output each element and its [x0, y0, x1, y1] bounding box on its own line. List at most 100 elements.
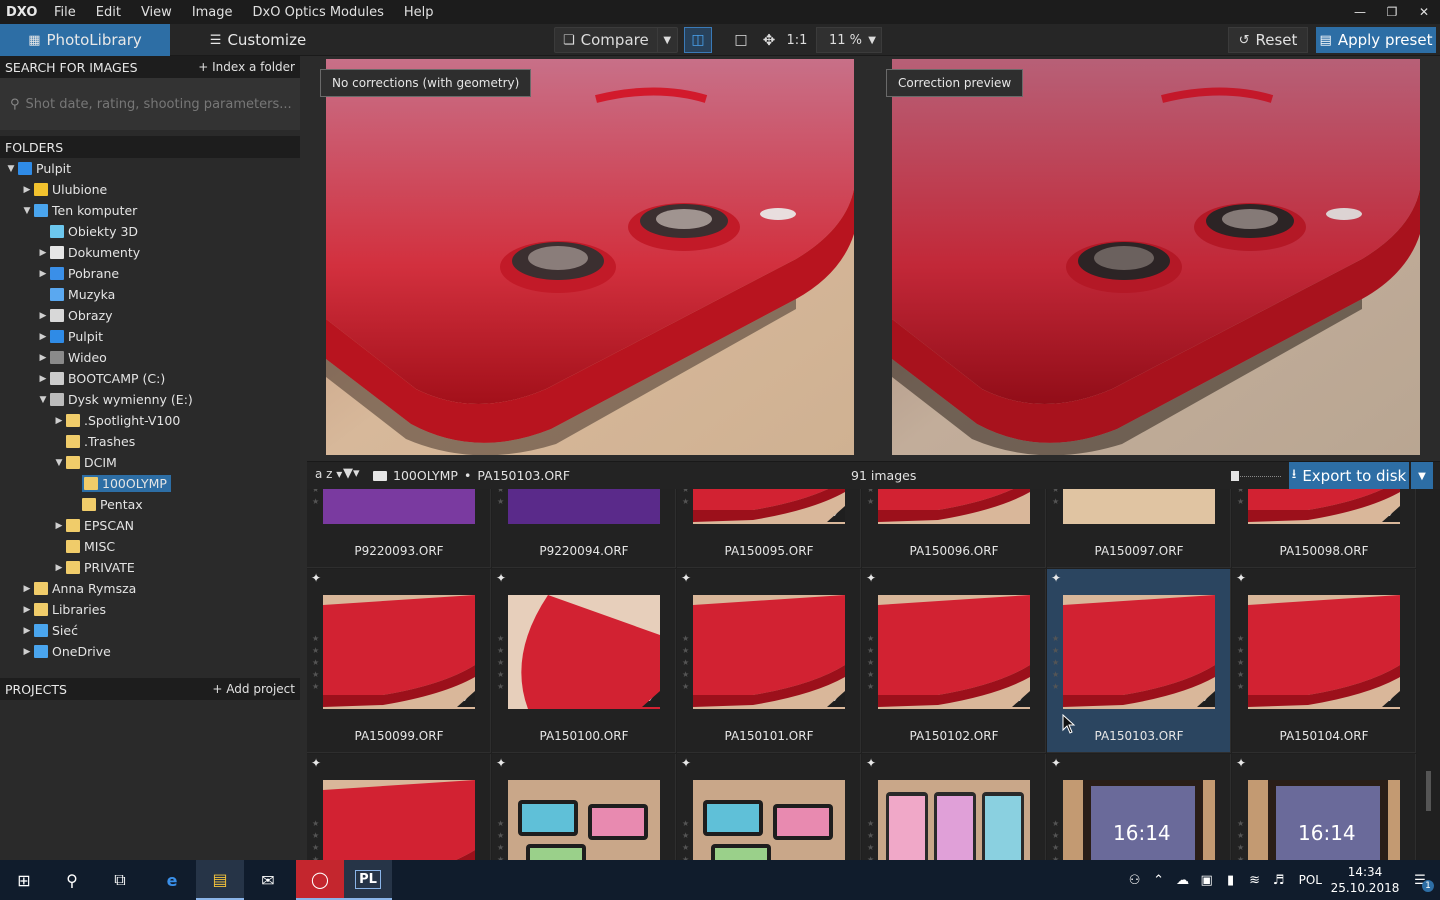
expand-right-icon[interactable]: ▶ [20, 584, 34, 594]
language-indicator[interactable]: POL [1299, 873, 1322, 887]
folder-tree-item[interactable]: Pentax [0, 494, 300, 515]
sort-icon[interactable]: a z ▾ [315, 467, 342, 481]
rating-stars-icon[interactable]: ★★★★★ [1052, 818, 1062, 860]
clock[interactable]: 14:34 25.10.2018 [1330, 864, 1400, 896]
rating-stars-icon[interactable]: ★★★★★ [1237, 633, 1247, 693]
thumbnail-cell[interactable]: ✦ ★★★★★ [492, 754, 676, 860]
expand-right-icon[interactable]: ▶ [52, 416, 66, 426]
thumbnail-cell[interactable]: ✦★★★★★PA150097.ORF [1047, 489, 1231, 568]
minimize-icon[interactable]: — [1344, 0, 1376, 24]
expand-right-icon[interactable]: ▶ [20, 647, 34, 657]
thumbnail-cell[interactable]: ✦★★★★★✔PA150101.ORF [677, 569, 861, 753]
add-to-project-icon[interactable]: ✦ [1051, 571, 1061, 585]
file-explorer-icon[interactable]: ▤ [196, 860, 244, 900]
expand-right-icon[interactable]: ▶ [52, 563, 66, 573]
folder-tree-item[interactable]: ▶ PRIVATE [0, 557, 300, 578]
menu-image[interactable]: Image [182, 5, 243, 20]
folder-tree-item[interactable]: ▶ Libraries [0, 599, 300, 620]
add-to-project-icon[interactable]: ✦ [1236, 756, 1246, 770]
rating-stars-icon[interactable]: ★★★★★ [497, 818, 507, 860]
export-dropdown-icon[interactable]: ▼ [1411, 462, 1433, 490]
fit-screen-icon[interactable]: □ [730, 27, 752, 53]
folder-tree-item[interactable]: ▶ Ulubione [0, 179, 300, 200]
filter-icon[interactable]: ▼▾ [343, 466, 360, 481]
index-folder-button[interactable]: + Index a folder [198, 60, 295, 74]
expand-right-icon[interactable]: ▶ [20, 605, 34, 615]
add-to-project-icon[interactable]: ✦ [496, 571, 506, 585]
rating-stars-icon[interactable]: ★★★★★ [682, 489, 692, 508]
folder-tree-item[interactable]: ▶ Obrazy [0, 305, 300, 326]
thumbnail-cell[interactable]: ✦★★★★★✔PA150098.ORF [1232, 489, 1416, 568]
thumbnail-cell[interactable]: ✦★★★★★✔PA150100.ORF [492, 569, 676, 753]
add-to-project-icon[interactable]: ✦ [681, 756, 691, 770]
rating-stars-icon[interactable]: ★★★★★ [867, 633, 877, 693]
add-to-project-icon[interactable]: ✦ [866, 756, 876, 770]
rating-stars-icon[interactable]: ★★★★★ [312, 818, 322, 860]
onedrive-icon[interactable]: ☁ [1171, 873, 1195, 888]
mail-icon[interactable]: ✉ [244, 860, 292, 900]
search-taskbar-icon[interactable]: ⚲ [48, 860, 96, 900]
battery-icon[interactable]: ▮ [1219, 873, 1243, 888]
photolab-taskbar-icon[interactable]: PL [344, 860, 392, 900]
add-to-project-icon[interactable]: ✦ [311, 756, 321, 770]
security-icon[interactable]: ▣ [1195, 873, 1219, 888]
add-to-project-icon[interactable]: ✦ [1051, 756, 1061, 770]
expand-right-icon[interactable]: ▶ [52, 521, 66, 531]
folder-tree-item[interactable]: ▼ Dysk wymienny (E:) [0, 389, 300, 410]
add-project-button[interactable]: + Add project [212, 682, 295, 696]
expand-right-icon[interactable]: ▶ [20, 185, 34, 195]
thumbnail-cell[interactable]: ✦★★★★★P9220093.ORF [307, 489, 491, 568]
thumbnail-cell[interactable]: ✦ ★★★★★ 16:14 [1232, 754, 1416, 860]
folder-tree-item[interactable]: ▼ Ten komputer [0, 200, 300, 221]
rating-stars-icon[interactable]: ★★★★★ [1237, 489, 1247, 508]
tab-photolibrary[interactable]: ▦ PhotoLibrary [0, 24, 170, 56]
folder-tree-item[interactable]: ▶ Dokumenty [0, 242, 300, 263]
breadcrumb-folder[interactable]: 100OLYMP [393, 468, 458, 483]
corrected-image-pane[interactable] [892, 59, 1420, 455]
reset-button[interactable]: ↺ Reset [1228, 27, 1308, 53]
thumbnail-cell[interactable]: ✦★★★★★✔PA150102.ORF [862, 569, 1046, 753]
rating-stars-icon[interactable]: ★★★★★ [1052, 489, 1062, 508]
split-view-icon[interactable]: ◫ [684, 27, 712, 53]
expand-right-icon[interactable]: ▶ [36, 374, 50, 384]
people-icon[interactable]: ⚇ [1123, 873, 1147, 888]
folder-tree-item[interactable]: ▶ Pulpit [0, 326, 300, 347]
thumbnail-cell[interactable]: ✦★★★★★✔PA150104.ORF [1232, 569, 1416, 753]
folder-tree-item[interactable]: 100OLYMP [0, 473, 300, 494]
task-view-icon[interactable]: ⧉ [96, 860, 144, 900]
folder-tree-item[interactable]: Obiekty 3D [0, 221, 300, 242]
add-to-project-icon[interactable]: ✦ [1236, 571, 1246, 585]
original-image-pane[interactable] [326, 59, 854, 455]
opera-icon[interactable]: ◯ [296, 860, 344, 900]
compare-button[interactable]: ❏ Compare [555, 28, 657, 52]
thumbnail-cell[interactable]: ✦ ★★★★★ 16:14 [1047, 754, 1231, 860]
restore-icon[interactable]: ❐ [1376, 0, 1408, 24]
expand-down-icon[interactable]: ▼ [4, 164, 18, 174]
rating-stars-icon[interactable]: ★★★★★ [497, 633, 507, 693]
chevron-up-icon[interactable]: ⌃ [1147, 873, 1171, 888]
rating-stars-icon[interactable]: ★★★★★ [1237, 818, 1247, 860]
folder-tree-item[interactable]: MISC [0, 536, 300, 557]
thumbnail-cell[interactable]: ✦★★★★★✔PA150095.ORF [677, 489, 861, 568]
rating-stars-icon[interactable]: ★★★★★ [867, 818, 877, 860]
expand-down-icon[interactable]: ▼ [52, 458, 66, 468]
slider-handle[interactable] [1231, 471, 1239, 481]
folder-tree-item[interactable]: ▶ Sieć [0, 620, 300, 641]
folder-tree-item[interactable]: ▶ Anna Rymsza [0, 578, 300, 599]
expand-right-icon[interactable]: ▶ [36, 248, 50, 258]
start-icon[interactable]: ⊞ [0, 860, 48, 900]
compare-dropdown-icon[interactable]: ▼ [656, 28, 677, 52]
folder-tree-item[interactable]: ▶ Pobrane [0, 263, 300, 284]
menu-file[interactable]: File [44, 5, 86, 20]
add-to-project-icon[interactable]: ✦ [681, 571, 691, 585]
thumbnail-cell[interactable]: ✦ ★★★★★ [677, 754, 861, 860]
expand-right-icon[interactable]: ▶ [36, 332, 50, 342]
zoom-select[interactable]: 11 % ▼ [816, 27, 882, 53]
expand-right-icon[interactable]: ▶ [36, 311, 50, 321]
rating-stars-icon[interactable]: ★★★★★ [867, 489, 877, 508]
rating-stars-icon[interactable]: ★★★★★ [1052, 633, 1062, 693]
folder-tree-item[interactable]: .Trashes [0, 431, 300, 452]
menu-help[interactable]: Help [394, 5, 444, 20]
rating-stars-icon[interactable]: ★★★★★ [682, 818, 692, 860]
add-to-project-icon[interactable]: ✦ [311, 571, 321, 585]
